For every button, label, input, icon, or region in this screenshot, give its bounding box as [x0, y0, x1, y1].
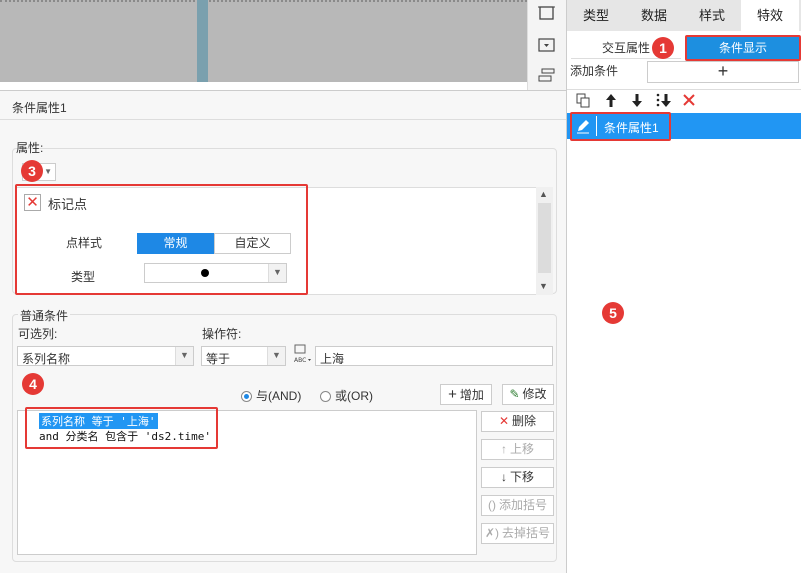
- add-condition-button[interactable]: +: [647, 61, 799, 83]
- radio-and-circle[interactable]: [241, 391, 252, 402]
- property-panel: 类型 数据 样式 特效 交互属性 条件显示 1 添加条件 + 条件属性1 2 5: [536, 0, 801, 573]
- tab-data[interactable]: 数据: [625, 0, 683, 31]
- canvas-selected-column: [197, 0, 208, 82]
- modify-button-label: 修改: [522, 387, 547, 401]
- radio-or-circle[interactable]: [320, 391, 331, 402]
- move-down-label: 下移: [509, 470, 534, 484]
- operator-select-value: 等于: [206, 352, 231, 366]
- copy-icon[interactable]: [576, 93, 591, 108]
- move-up-label: 上移: [509, 442, 534, 456]
- condition-value-text: 上海: [320, 352, 345, 366]
- operator-select[interactable]: 等于 ▼: [201, 346, 286, 366]
- radio-or[interactable]: 或(OR): [320, 387, 373, 404]
- scroll-thumb[interactable]: [538, 203, 551, 273]
- badge-4: 4: [22, 373, 44, 395]
- tab-type[interactable]: 类型: [567, 0, 625, 31]
- column-select[interactable]: 系列名称 ▼: [17, 346, 194, 366]
- tool-column: [527, 0, 566, 90]
- tab-effect[interactable]: 特效: [741, 0, 799, 31]
- add-bracket-label: 添加括号: [498, 498, 547, 512]
- plus-icon: +: [448, 386, 457, 403]
- scroll-up-icon[interactable]: ▲: [539, 189, 548, 199]
- arrow-down-icon: ↓: [500, 470, 507, 484]
- delete-label: 删除: [512, 414, 537, 428]
- chevron-down-icon: ▼: [44, 167, 52, 176]
- panel-tabs: 类型 数据 样式 特效: [567, 0, 801, 31]
- badge-5: 5: [602, 302, 624, 324]
- attributes-label: 属性:: [16, 141, 44, 155]
- remove-bracket-icon: ✗): [484, 526, 500, 540]
- title-divider: [0, 119, 566, 120]
- dialog-title: 条件属性1: [12, 101, 67, 115]
- condition-value-input[interactable]: 上海: [315, 346, 553, 366]
- add-button-label: 增加: [459, 388, 484, 402]
- add-condition-label: 添加条件: [570, 64, 619, 78]
- chevron-down-icon: ▼: [175, 347, 193, 365]
- normal-condition-label: 普通条件: [18, 307, 71, 324]
- delete-condition-button[interactable]: ✕ 删除: [481, 411, 554, 432]
- highlight-box-1: [685, 35, 801, 61]
- add-condition-row-button[interactable]: + 增加: [440, 384, 492, 405]
- delete-icon[interactable]: [682, 93, 696, 107]
- dropdown-widget-icon[interactable]: [538, 38, 555, 52]
- chevron-down-icon: ▼: [267, 347, 285, 365]
- radio-and[interactable]: 与(AND): [241, 387, 301, 404]
- layer-icon[interactable]: [538, 68, 555, 82]
- move-up-button[interactable]: ↑ 上移: [481, 439, 554, 460]
- radio-and-label: 与(AND): [256, 389, 302, 403]
- badge-1: 1: [652, 37, 674, 59]
- frame-icon[interactable]: [538, 6, 555, 20]
- radio-or-label: 或(OR): [335, 389, 373, 403]
- arrow-up-icon[interactable]: [605, 93, 617, 108]
- highlight-box-2: [570, 112, 671, 141]
- svg-text:ABC: ABC: [294, 357, 306, 364]
- report-canvas: [0, 0, 527, 82]
- remove-bracket-label: 去掉括号: [502, 526, 551, 540]
- badge-3: 3: [21, 160, 43, 182]
- modify-icon: ✎: [509, 387, 520, 401]
- operator-label: 操作符:: [202, 327, 242, 341]
- delete-icon: ✕: [498, 414, 510, 428]
- remove-bracket-button[interactable]: ✗) 去掉括号: [481, 523, 554, 544]
- highlight-box-4: [25, 407, 218, 449]
- scroll-down-icon[interactable]: ▼: [539, 281, 548, 291]
- arrow-down-icon[interactable]: [631, 93, 643, 108]
- attribute-scrollbar[interactable]: ▲ ▼: [536, 187, 553, 295]
- column-select-value: 系列名称: [22, 352, 71, 366]
- column-label: 可选列:: [18, 327, 58, 341]
- tab-style[interactable]: 样式: [683, 0, 741, 31]
- add-bracket-button[interactable]: () 添加括号: [481, 495, 554, 516]
- move-bottom-icon[interactable]: [655, 93, 672, 108]
- highlight-box-3: [15, 184, 308, 295]
- arrow-up-icon: ↑: [500, 442, 507, 456]
- modify-condition-button[interactable]: ✎ 修改: [502, 384, 554, 405]
- move-down-button[interactable]: ↓ 下移: [481, 467, 554, 488]
- value-type-icon[interactable]: ABC: [292, 344, 314, 366]
- bracket-icon: (): [487, 498, 496, 512]
- condition-toolbar: [567, 89, 801, 113]
- condition-property-dialog: 条件属性1 属性: ▼ 3 ▲ ▼ ✕ 标记点 点样式 常规 自定义 类型 ▼ …: [0, 90, 566, 573]
